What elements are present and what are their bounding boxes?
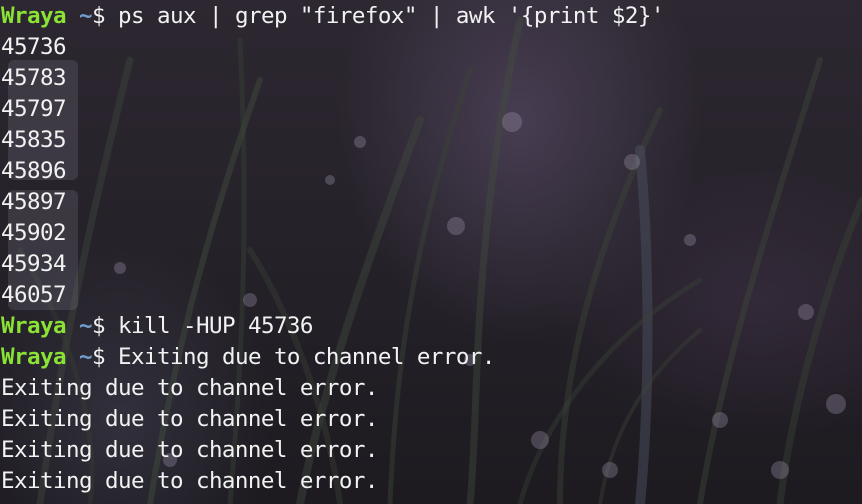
prompt-symbol: $	[91, 313, 118, 339]
output-pid: 45783	[1, 65, 67, 91]
output-pid: 45896	[1, 158, 67, 184]
output-pid: 45934	[1, 251, 67, 277]
output-text: Exiting due to channel error.	[117, 344, 495, 370]
output-error: Exiting due to channel error.	[1, 375, 378, 401]
prompt-path: ~	[78, 344, 93, 370]
prompt-line-3: Wraya ~$ Exiting due to channel error.	[1, 342, 495, 373]
prompt-symbol: $	[91, 3, 118, 29]
prompt-symbol: $	[91, 344, 118, 370]
prompt-user: Wraya	[1, 313, 67, 339]
output-pid: 45835	[1, 127, 67, 153]
output-pid: 46057	[1, 282, 67, 308]
output-error: Exiting due to channel error.	[1, 468, 378, 494]
output-pid: 45897	[1, 189, 67, 215]
output-error: Exiting due to channel error.	[1, 437, 378, 463]
output-pid: 45736	[1, 34, 67, 60]
output-pid: 45902	[1, 220, 67, 246]
command-text: ps aux | grep "firefox" | awk '{print $2…	[117, 3, 664, 29]
command-text: kill -HUP 45736	[117, 313, 314, 339]
prompt-line-2: Wraya ~$ kill -HUP 45736	[1, 311, 313, 342]
output-error: Exiting due to channel error.	[1, 406, 378, 432]
prompt-path: ~	[78, 3, 93, 29]
output-pid: 45797	[1, 96, 67, 122]
prompt-line-1: Wraya ~$ ps aux | grep "firefox" | awk '…	[1, 1, 664, 32]
prompt-path: ~	[78, 313, 93, 339]
terminal-window[interactable]: Wraya ~$ ps aux | grep "firefox" | awk '…	[0, 0, 862, 504]
prompt-user: Wraya	[1, 3, 67, 29]
prompt-user: Wraya	[1, 344, 67, 370]
